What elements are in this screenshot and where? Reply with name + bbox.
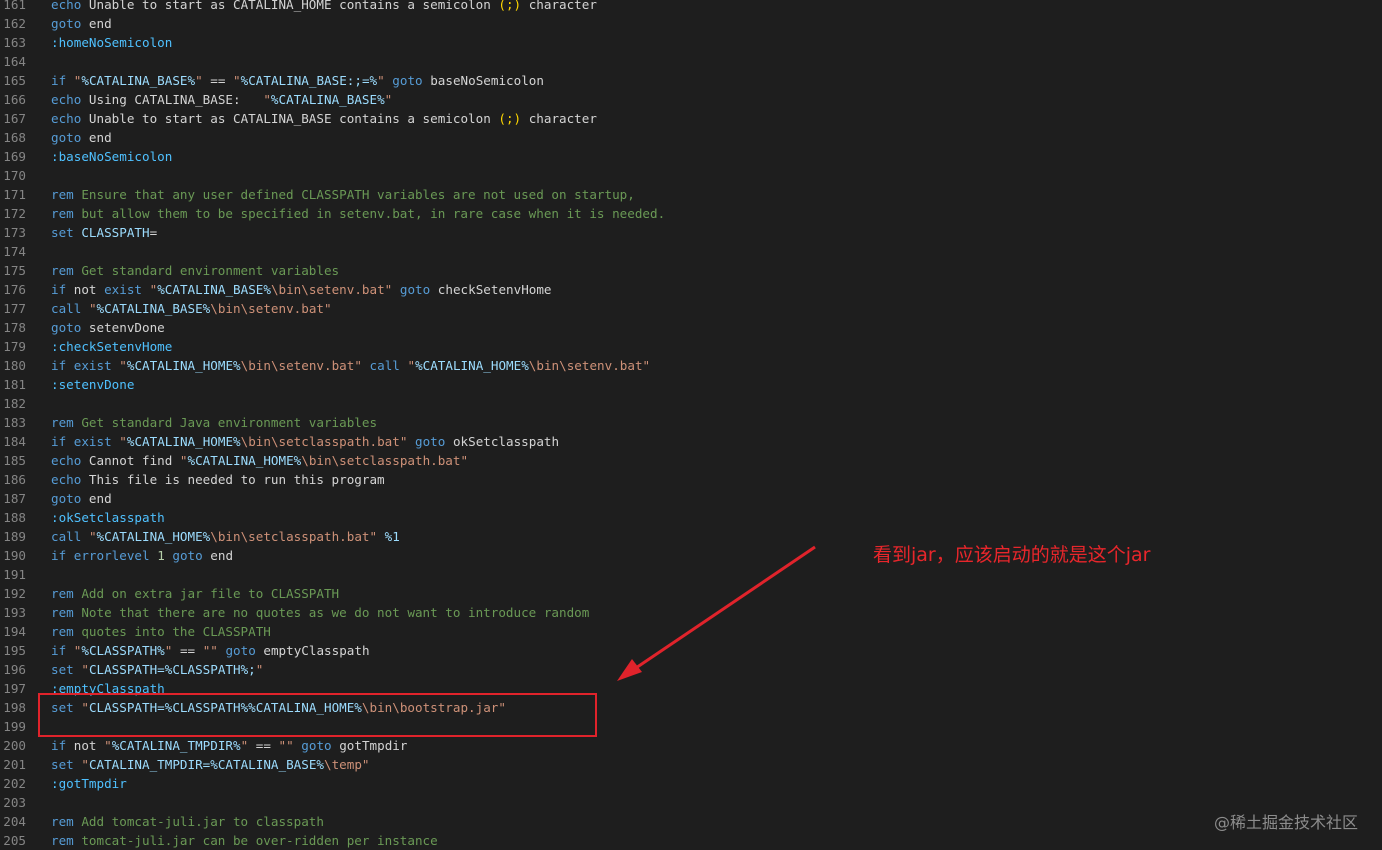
annotation-arrow [617,545,816,681]
arrow-line [629,545,816,674]
watermark: @稀土掘金技术社区 [1214,813,1359,832]
arrow-head [617,659,642,681]
annotation-text: 看到jar，应该启动的就是这个jar [873,544,1151,566]
